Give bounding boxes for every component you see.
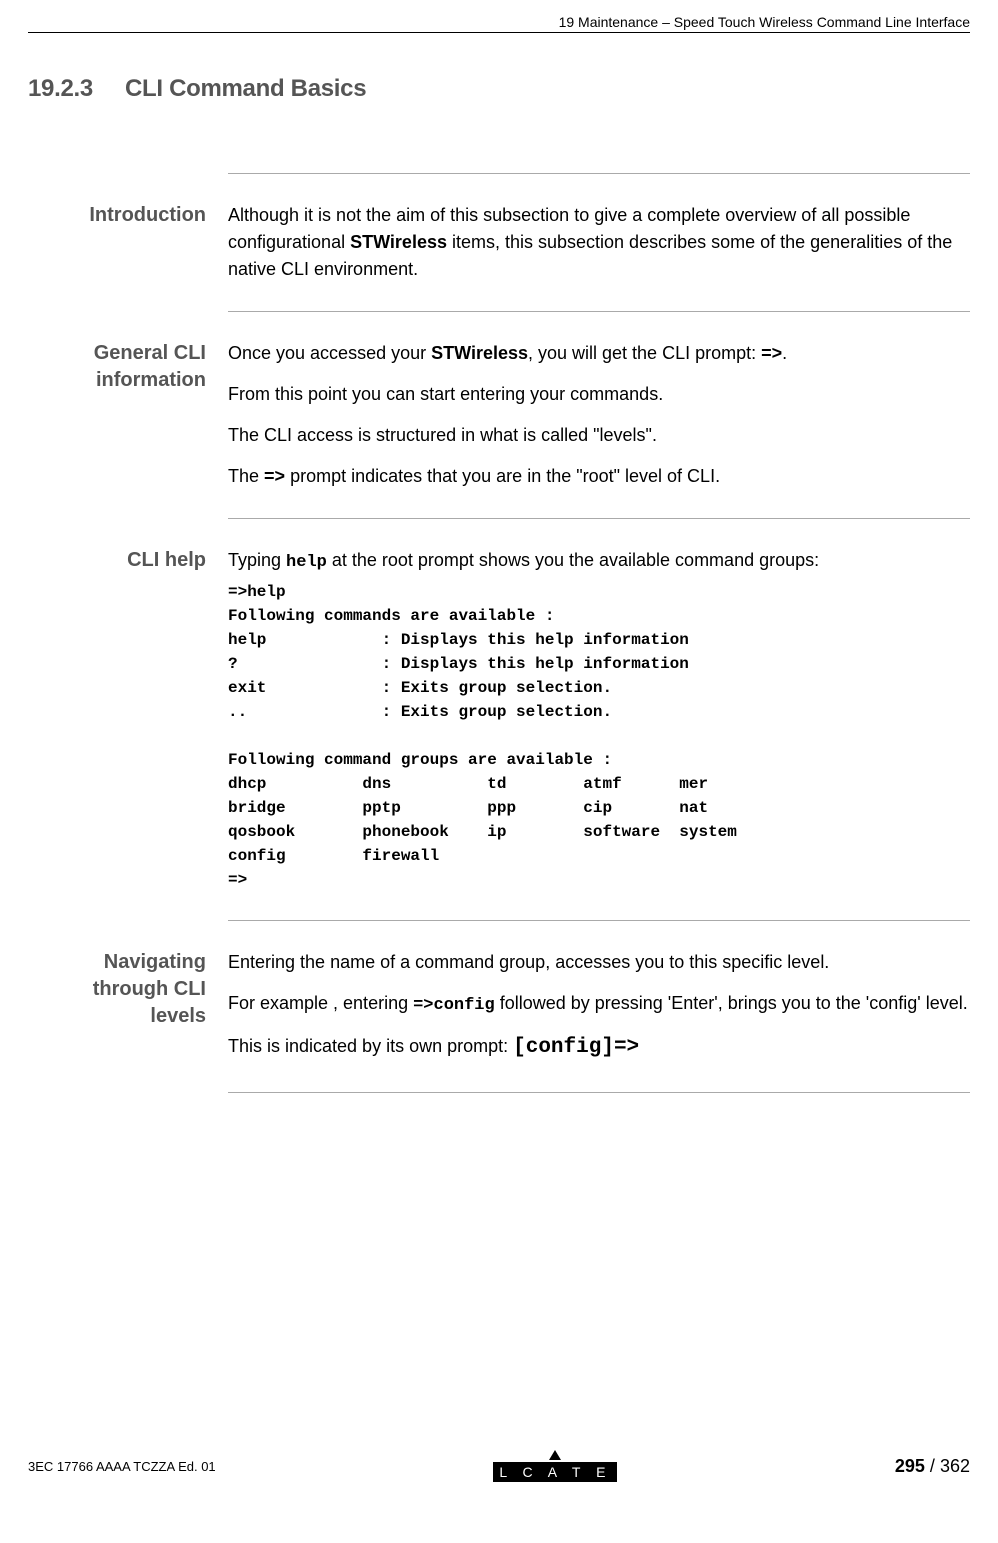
side-label-nav-1: Navigating through CLI [28, 949, 206, 1003]
side-label-general-1: General CLI [28, 340, 206, 367]
text: The [228, 466, 264, 486]
page-number: 295 / 362 [895, 1456, 970, 1477]
text: Typing [228, 550, 286, 570]
nav-p3: This is indicated by its own prompt: [co… [228, 1032, 970, 1064]
doc-reference: 3EC 17766 AAAA TCZZA Ed. 01 [28, 1459, 216, 1474]
text: This is indicated by its own prompt: [228, 1036, 513, 1056]
svg-text:A L C A T E L: A L C A T E L [475, 1464, 635, 1480]
help-intro: Typing help at the root prompt shows you… [228, 547, 970, 576]
side-label-cli-help: CLI help [28, 547, 206, 574]
product-name: STWireless [350, 232, 447, 252]
general-p2: From this point you can start entering y… [228, 381, 970, 408]
section-title-text: CLI Command Basics [125, 75, 366, 102]
alcatel-logo: A L C A T E L [475, 1450, 635, 1482]
cli-output: =>help Following commands are available … [228, 580, 970, 892]
text: Once you accessed your [228, 343, 431, 363]
page-current: 295 [895, 1456, 925, 1476]
intro-paragraph: Although it is not the aim of this subse… [228, 202, 970, 283]
command-text: help [286, 553, 327, 572]
prompt-text: [config]=> [513, 1036, 639, 1059]
nav-p1: Entering the name of a command group, ac… [228, 949, 970, 976]
prompt-text: => [761, 343, 782, 363]
side-label-nav-2: levels [28, 1003, 206, 1030]
side-label-introduction: Introduction [28, 202, 206, 229]
divider [228, 1092, 970, 1093]
section-title: 19.2.3 CLI Command Basics [28, 75, 970, 103]
text: , you will get the CLI prompt: [528, 343, 761, 363]
general-p3: The CLI access is structured in what is … [228, 422, 970, 449]
text: For example , entering [228, 993, 413, 1013]
block-navigating: Navigating through CLI levels Entering t… [28, 921, 970, 1092]
block-introduction: Introduction Although it is not the aim … [28, 174, 970, 311]
page-total: 362 [940, 1456, 970, 1476]
general-p4: The => prompt indicates that you are in … [228, 463, 970, 490]
block-general-cli: General CLI information Once you accesse… [28, 312, 970, 518]
product-name: STWireless [431, 343, 528, 363]
chapter-header: 19 Maintenance – Speed Touch Wireless Co… [28, 14, 970, 33]
block-cli-help: CLI help Typing help at the root prompt … [28, 519, 970, 920]
general-p1: Once you accessed your STWireless, you w… [228, 340, 970, 367]
nav-p2: For example , entering =>config followed… [228, 990, 970, 1019]
section-number: 19.2.3 [28, 75, 93, 102]
command-text: =>config [413, 996, 495, 1015]
text: . [782, 343, 787, 363]
text: at the root prompt shows you the availab… [327, 550, 819, 570]
page-sep: / [925, 1456, 940, 1476]
text: prompt indicates that you are in the "ro… [285, 466, 720, 486]
prompt-text: => [264, 466, 285, 486]
text: followed by pressing 'Enter', brings you… [495, 993, 968, 1013]
side-label-general-2: information [28, 367, 206, 394]
footer: 3EC 17766 AAAA TCZZA Ed. 01 A L C A T E … [28, 1450, 970, 1482]
